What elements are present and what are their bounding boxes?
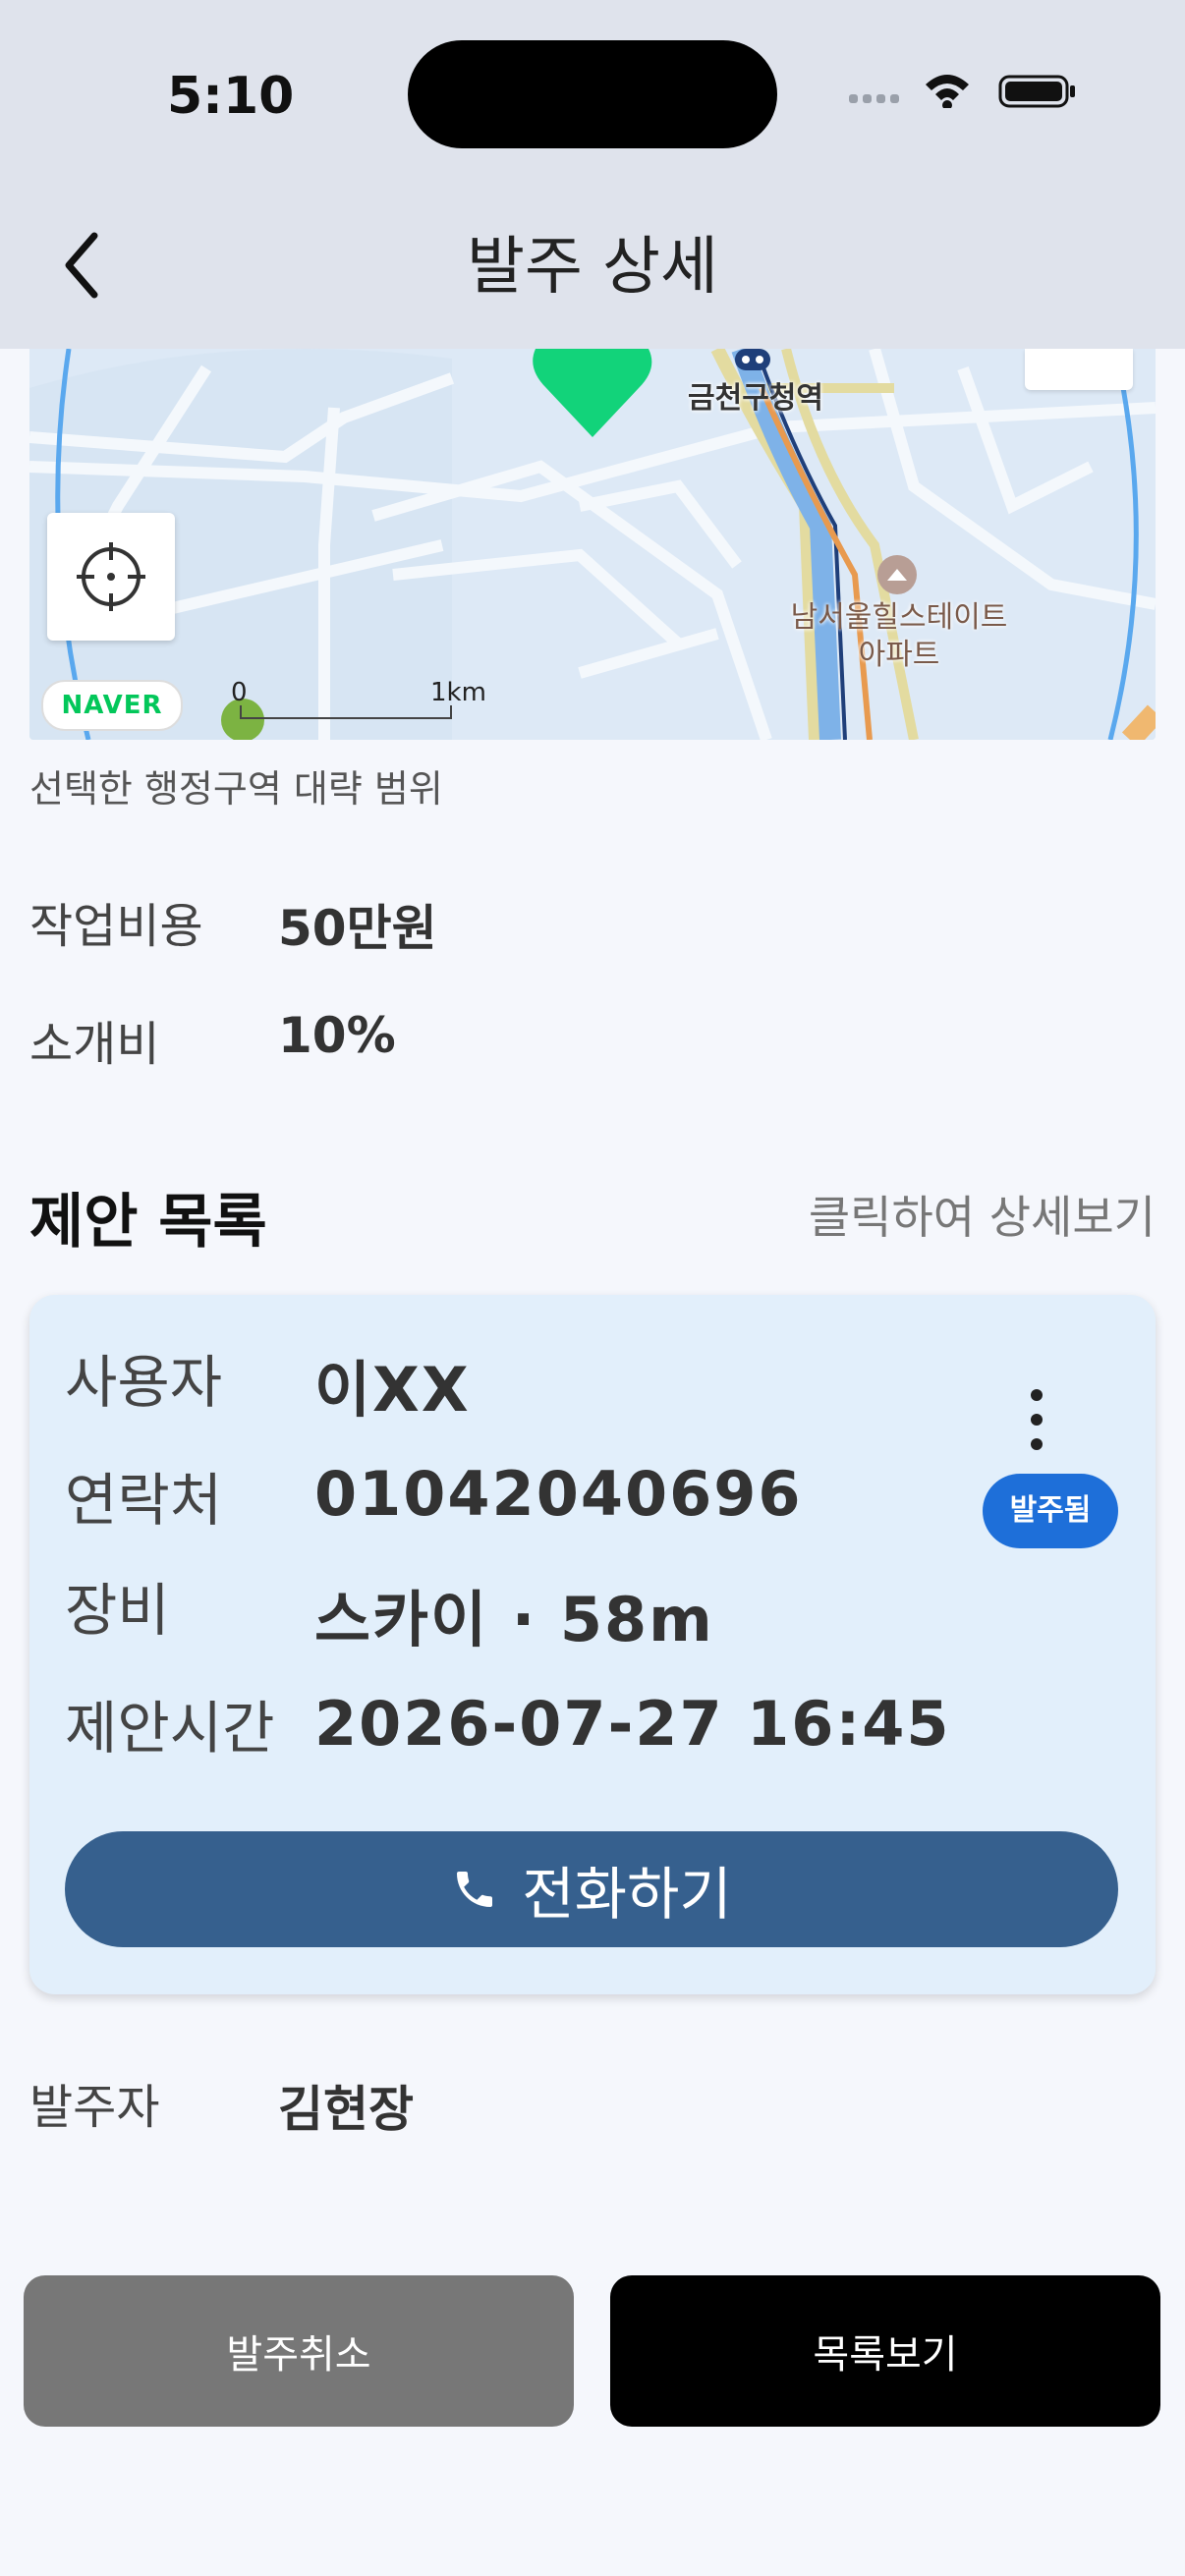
- naver-logo: NAVER: [41, 680, 183, 731]
- phone-icon: [457, 1872, 493, 1907]
- call-button-label: 전화하기: [522, 1861, 732, 1928]
- more-vertical-icon: [1031, 1389, 1043, 1450]
- proposal-card[interactable]: 사용자 이XX 연락처 01042040696 장비 스카이 · 58m 제안시…: [29, 1295, 1156, 1994]
- cellular-signal-icon: [849, 94, 899, 103]
- status-time: 5:10: [167, 67, 295, 126]
- equipment-value: 스카이 · 58m: [314, 1584, 714, 1655]
- subway-station-icon: [735, 349, 770, 370]
- cost-value: 50만원: [278, 900, 437, 957]
- user-label: 사용자: [65, 1349, 223, 1416]
- map-poi-station: 금천구청역: [688, 381, 823, 416]
- map-graphic: [29, 349, 1156, 740]
- proposals-hint[interactable]: 클릭하여 상세보기: [809, 1182, 1156, 1247]
- battery-icon: [998, 75, 1075, 108]
- map-scale-bar: [240, 705, 452, 719]
- proposal-time-label: 제안시간: [65, 1695, 275, 1762]
- dynamic-island: [408, 40, 777, 148]
- fee-label: 소개비: [29, 1017, 160, 1072]
- map-view[interactable]: [29, 349, 1156, 740]
- view-list-button[interactable]: 목록보기: [610, 2275, 1160, 2427]
- proposals-title: 제안 목록: [29, 1188, 267, 1257]
- map-poi-apartment: 남서울힐스테이트 아파트: [781, 599, 1017, 674]
- contact-label: 연락처: [65, 1467, 223, 1534]
- apartment-icon: [877, 555, 917, 594]
- map-poi-apartment-line1: 남서울힐스테이트: [790, 600, 1008, 635]
- crosshair-icon: [77, 542, 145, 611]
- map-scale-end: 1km: [430, 678, 486, 707]
- map-poi-apartment-line2: 아파트: [858, 638, 940, 672]
- orderer-label: 발주자: [29, 2080, 160, 2135]
- current-location-button[interactable]: [47, 513, 175, 641]
- orderer-value: 김현장: [278, 2081, 414, 2138]
- map-caption: 선택한 행정구역 대략 범위: [29, 767, 443, 811]
- status-icons: [845, 69, 1081, 112]
- more-options-button[interactable]: [1012, 1375, 1061, 1464]
- cost-label: 작업비용: [29, 899, 203, 954]
- wifi-icon: [926, 75, 969, 110]
- proposal-time-value: 2026-07-27 16:45: [314, 1688, 951, 1760]
- status-badge: 발주됨: [983, 1474, 1118, 1548]
- map-scale-start: 0: [231, 678, 248, 707]
- map-layer-button[interactable]: [1025, 349, 1133, 390]
- equipment-label: 장비: [65, 1577, 170, 1644]
- call-button[interactable]: 전화하기: [65, 1831, 1118, 1947]
- fee-value: 10%: [278, 1007, 396, 1064]
- cancel-order-button[interactable]: 발주취소: [24, 2275, 574, 2427]
- contact-value: 01042040696: [314, 1458, 803, 1530]
- user-value: 이XX: [314, 1354, 471, 1426]
- page-title: 발주 상세: [467, 231, 718, 304]
